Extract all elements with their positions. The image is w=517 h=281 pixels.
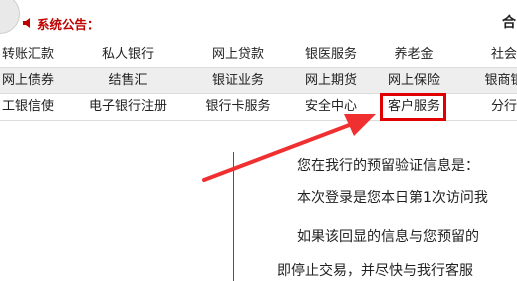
nav-item-messenger[interactable]: 工银信使 (2, 94, 54, 120)
system-announcement: 系统公告： (22, 13, 100, 33)
verification-info-line: 您在我行的预留验证信息是： (297, 158, 479, 174)
contact-line: 即停止交易，并尽快与我行客服 (277, 263, 473, 279)
content-divider (233, 152, 234, 281)
nav-row-1: 转账汇款 私人银行 网上贷款 银医服务 养老金 社会 (0, 42, 517, 68)
nav-item-ebank-register[interactable]: 电子银行注册 (89, 94, 167, 120)
login-count-line: 本次登录是您本日第1次访问我 (297, 190, 488, 206)
nav-item-bonds[interactable]: 网上债券 (2, 68, 54, 94)
customer-service-highlight (380, 93, 446, 121)
nav-item-social[interactable]: 社会 (491, 42, 517, 68)
nav-item-futures[interactable]: 网上期货 (305, 68, 357, 94)
nav-item-bank-merchant[interactable]: 银商银 (484, 68, 517, 94)
nav-item-private-banking[interactable]: 私人银行 (102, 42, 154, 68)
nav-item-branch[interactable]: 分行 (491, 94, 517, 120)
nav-item-forex[interactable]: 结售汇 (108, 68, 147, 94)
nav-item-card-service[interactable]: 银行卡服务 (205, 94, 270, 120)
nav-item-pension[interactable]: 养老金 (394, 42, 433, 68)
nav-item-online-loan[interactable]: 网上贷款 (212, 42, 264, 68)
warning-line: 如果该回显的信息与您预留的 (297, 229, 479, 245)
nav-item-security-center[interactable]: 安全中心 (305, 94, 357, 120)
nav-item-transfer[interactable]: 转账汇款 (2, 42, 54, 68)
header-edge-char: 合 (502, 15, 516, 31)
nav-item-bank-medical[interactable]: 银医服务 (305, 42, 357, 68)
nav-item-securities[interactable]: 银证业务 (212, 68, 264, 94)
nav-item-insurance[interactable]: 网上保险 (388, 68, 440, 94)
announcement-label: 系统公告： (37, 16, 100, 32)
bank-logo (0, 0, 20, 34)
speaker-icon (23, 18, 30, 28)
nav-row-2: 网上债券 结售汇 银证业务 网上期货 网上保险 银商银 (0, 68, 517, 94)
